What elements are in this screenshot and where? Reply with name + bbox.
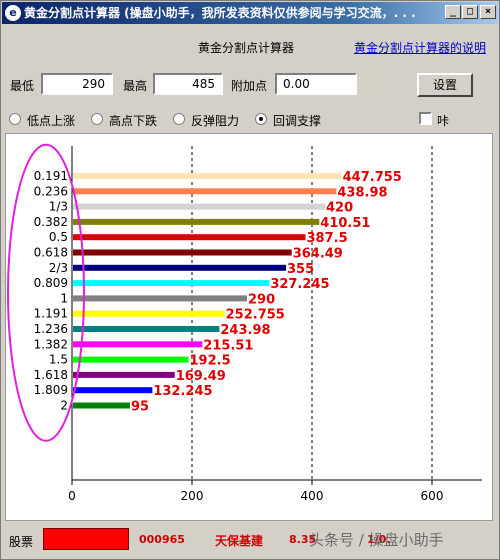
category-label-6: 2/3 — [49, 261, 68, 275]
value-label-4: 387.5 — [307, 231, 348, 246]
value-label-11: 215.51 — [203, 338, 253, 353]
value-label-3: 410.51 — [320, 216, 370, 231]
bar-13 — [73, 371, 175, 378]
golden-ratio-chart: 0 200 400 600 0.191 447.755 0.236 438.98 1/3 420 0… — [5, 133, 493, 521]
minimize-button[interactable]: _ — [445, 5, 461, 19]
value-label-8: 290 — [248, 292, 275, 307]
window-title: 黄金分割点计算器 (操盘小助手，我所发表资料仅供参阅与学习交流，. . . — [24, 6, 416, 20]
stock-color-swatch — [43, 528, 129, 550]
title-bar[interactable]: e 黄金分割点计算器 (操盘小助手，我所发表资料仅供参阅与学习交流，. . . … — [2, 2, 498, 24]
radio-pullback-support-label[interactable]: 回调支撑 — [273, 112, 321, 129]
help-link[interactable]: 黄金分割点计算器的说明 — [354, 39, 486, 56]
value-label-12: 192.5 — [190, 354, 231, 369]
bar-10 — [73, 326, 220, 332]
value-label-2: 420 — [326, 201, 353, 216]
x-tick-label-400: 400 — [301, 489, 324, 503]
bar-0 — [73, 173, 342, 179]
value-label-15: 95 — [131, 400, 149, 415]
radio-low-rise[interactable] — [9, 113, 21, 125]
category-label-13: 1.618 — [34, 368, 68, 382]
radio-rebound-resistance-label[interactable]: 反弹阻力 — [191, 112, 239, 129]
low-input[interactable]: 290 — [41, 73, 113, 95]
chart-canvas: 0 200 400 600 0.191 447.755 0.236 438.98 1/3 420 0… — [7, 143, 482, 503]
stock-code: 000965 — [139, 533, 185, 546]
category-label-2: 1/3 — [49, 200, 68, 214]
option-checkbox-label[interactable]: 咔 — [437, 112, 449, 129]
value-label-6: 355 — [287, 262, 314, 277]
x-tick-label-600: 600 — [421, 489, 444, 503]
value-label-10: 243.98 — [220, 323, 270, 338]
category-label-1: 0.236 — [34, 184, 68, 198]
bar-4 — [73, 234, 306, 241]
bar-2 — [73, 203, 325, 210]
option-checkbox[interactable] — [419, 112, 432, 125]
value-label-1: 438.98 — [337, 185, 387, 200]
settings-button[interactable]: 设置 — [417, 73, 473, 97]
watermark: 头条号 / 操盘小助手 — [309, 531, 444, 549]
radio-pullback-support[interactable] — [255, 113, 267, 125]
bar-9 — [73, 310, 225, 317]
radio-high-fall[interactable] — [91, 113, 103, 125]
category-label-9: 1.191 — [34, 307, 68, 321]
radio-low-rise-label[interactable]: 低点上涨 — [27, 112, 75, 129]
add-point-input[interactable]: 0.00 — [275, 73, 357, 95]
high-label: 最高 — [123, 79, 148, 93]
category-label-12: 1.5 — [49, 353, 68, 367]
value-label-14: 132.245 — [153, 384, 212, 399]
bar-11 — [73, 341, 203, 348]
close-button[interactable]: × — [480, 5, 496, 19]
category-label-8: 1 — [60, 291, 68, 305]
low-label: 最低 — [10, 79, 35, 93]
x-tick-label-200: 200 — [181, 489, 204, 503]
value-label-5: 364.49 — [293, 247, 343, 262]
radio-high-fall-label[interactable]: 高点下跌 — [109, 112, 157, 129]
value-label-13: 169.49 — [176, 369, 226, 384]
value-label-9: 252.755 — [226, 308, 285, 323]
bar-15 — [73, 402, 130, 409]
bar-3 — [73, 218, 320, 225]
stock-name: 天保基建 — [215, 534, 264, 548]
app-icon: e — [5, 5, 21, 21]
stock-bar: 股票 000965 天保基建 8.35 1/0. 头条号 / 操盘小助手 — [1, 523, 499, 557]
app-title: 黄金分割点计算器 — [197, 41, 294, 55]
category-label-15: 2 — [60, 399, 68, 413]
category-label-5: 0.618 — [34, 246, 68, 260]
radio-rebound-resistance[interactable] — [173, 113, 185, 125]
bar-7 — [73, 280, 270, 287]
value-label-7: 327.245 — [270, 277, 329, 292]
bar-6 — [73, 264, 286, 271]
bar-5 — [73, 249, 292, 256]
bar-14 — [73, 387, 153, 394]
category-label-11: 1.382 — [34, 337, 68, 351]
category-label-10: 1.236 — [34, 322, 68, 336]
bar-12 — [73, 356, 189, 363]
x-tick-label-0: 0 — [68, 489, 76, 503]
category-label-7: 0.809 — [34, 276, 68, 290]
maximize-button[interactable]: □ — [462, 5, 478, 19]
add-point-label: 附加点 — [231, 79, 268, 93]
category-label-4: 0.5 — [49, 230, 68, 244]
bar-8 — [73, 295, 247, 302]
stock-label: 股票 — [9, 535, 34, 549]
app-window: e 黄金分割点计算器 (操盘小助手，我所发表资料仅供参阅与学习交流，. . . … — [0, 0, 500, 560]
bar-1 — [73, 188, 337, 195]
category-label-3: 0.382 — [34, 215, 68, 229]
high-input[interactable]: 485 — [153, 73, 223, 95]
category-label-14: 1.809 — [34, 383, 68, 397]
value-label-0: 447.755 — [343, 170, 402, 185]
category-label-0: 0.191 — [34, 169, 68, 183]
